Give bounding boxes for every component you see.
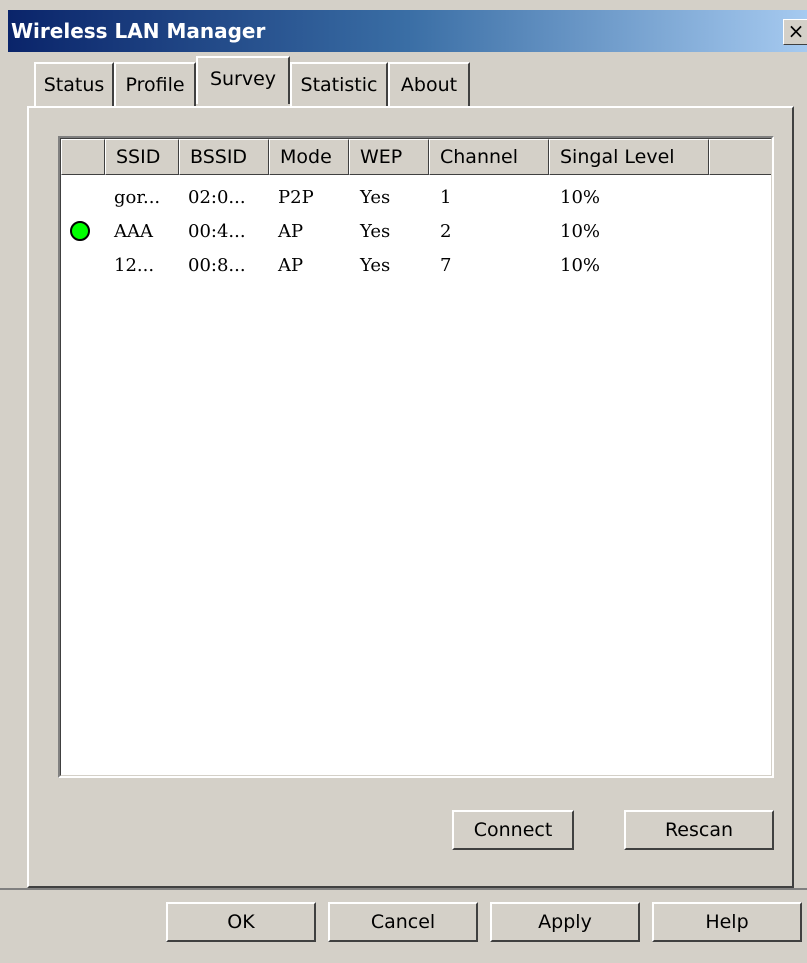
row-signal-level: 10% bbox=[560, 221, 601, 242]
ok-button[interactable]: OK bbox=[166, 902, 316, 942]
tab-about[interactable]: About bbox=[388, 62, 470, 106]
column-header-wep[interactable]: WEP bbox=[349, 139, 429, 175]
close-icon: × bbox=[787, 19, 805, 43]
tab-statistic-label: Statistic bbox=[300, 74, 378, 96]
column-header-channel[interactable]: Channel bbox=[429, 139, 549, 175]
table-row[interactable]: 12... 00:8... AP Yes 7 10% bbox=[60, 248, 772, 284]
row-bssid: 02:0... bbox=[188, 187, 246, 208]
rescan-button[interactable]: Rescan bbox=[624, 810, 774, 850]
row-ssid: gor... bbox=[114, 187, 161, 208]
column-header-bssid[interactable]: BSSID bbox=[179, 139, 269, 175]
tab-status-label: Status bbox=[43, 74, 105, 96]
row-bssid: 00:8... bbox=[188, 255, 246, 276]
row-channel: 2 bbox=[440, 221, 452, 242]
row-ssid: AAA bbox=[114, 221, 153, 242]
row-wep: Yes bbox=[360, 221, 391, 242]
row-wep: Yes bbox=[360, 187, 391, 208]
close-button[interactable]: × bbox=[783, 19, 807, 45]
help-button[interactable]: Help bbox=[652, 902, 802, 942]
connected-status-icon bbox=[70, 221, 90, 241]
tab-survey-label: Survey bbox=[209, 68, 277, 90]
row-wep: Yes bbox=[360, 255, 391, 276]
tab-profile[interactable]: Profile bbox=[114, 62, 196, 106]
table-row[interactable]: gor... 02:0... P2P Yes 1 10% bbox=[60, 180, 772, 216]
tab-survey[interactable]: Survey bbox=[196, 56, 290, 104]
tab-strip: Status Profile Survey Statistic About bbox=[0, 56, 807, 110]
row-channel: 1 bbox=[440, 187, 452, 208]
tab-status[interactable]: Status bbox=[34, 62, 114, 106]
survey-list[interactable]: SSID BSSID Mode WEP Channel Singal Level… bbox=[58, 136, 774, 778]
row-mode: P2P bbox=[278, 187, 314, 208]
tab-about-label: About bbox=[400, 74, 458, 96]
apply-button[interactable]: Apply bbox=[490, 902, 640, 942]
ok-button-label: OK bbox=[227, 911, 255, 933]
apply-button-label: Apply bbox=[538, 911, 592, 933]
row-ssid: 12... bbox=[114, 255, 155, 276]
list-header: SSID BSSID Mode WEP Channel Singal Level bbox=[61, 139, 772, 175]
column-header-status[interactable] bbox=[61, 139, 105, 175]
column-header-ssid[interactable]: SSID bbox=[105, 139, 179, 175]
row-channel: 7 bbox=[440, 255, 452, 276]
wireless-lan-manager-window: Wireless LAN Manager × Status Profile Su… bbox=[0, 0, 807, 963]
rescan-button-label: Rescan bbox=[664, 819, 734, 841]
row-mode: AP bbox=[278, 221, 304, 242]
column-header-filler bbox=[709, 139, 772, 175]
cancel-button[interactable]: Cancel bbox=[328, 902, 478, 942]
help-button-label: Help bbox=[705, 911, 749, 933]
dialog-separator bbox=[0, 888, 807, 890]
connect-button[interactable]: Connect bbox=[452, 810, 574, 850]
title-bar[interactable]: Wireless LAN Manager × bbox=[8, 10, 807, 52]
table-row[interactable]: AAA 00:4... AP Yes 2 10% bbox=[60, 214, 772, 250]
tab-statistic[interactable]: Statistic bbox=[290, 62, 388, 106]
tab-profile-label: Profile bbox=[125, 74, 185, 96]
row-mode: AP bbox=[278, 255, 304, 276]
row-signal-level: 10% bbox=[560, 187, 601, 208]
row-signal-level: 10% bbox=[560, 255, 601, 276]
row-bssid: 00:4... bbox=[188, 221, 246, 242]
cancel-button-label: Cancel bbox=[370, 911, 436, 933]
column-header-mode[interactable]: Mode bbox=[269, 139, 349, 175]
connect-button-label: Connect bbox=[473, 819, 553, 841]
window-title: Wireless LAN Manager bbox=[11, 19, 266, 43]
column-header-signal-level[interactable]: Singal Level bbox=[549, 139, 709, 175]
